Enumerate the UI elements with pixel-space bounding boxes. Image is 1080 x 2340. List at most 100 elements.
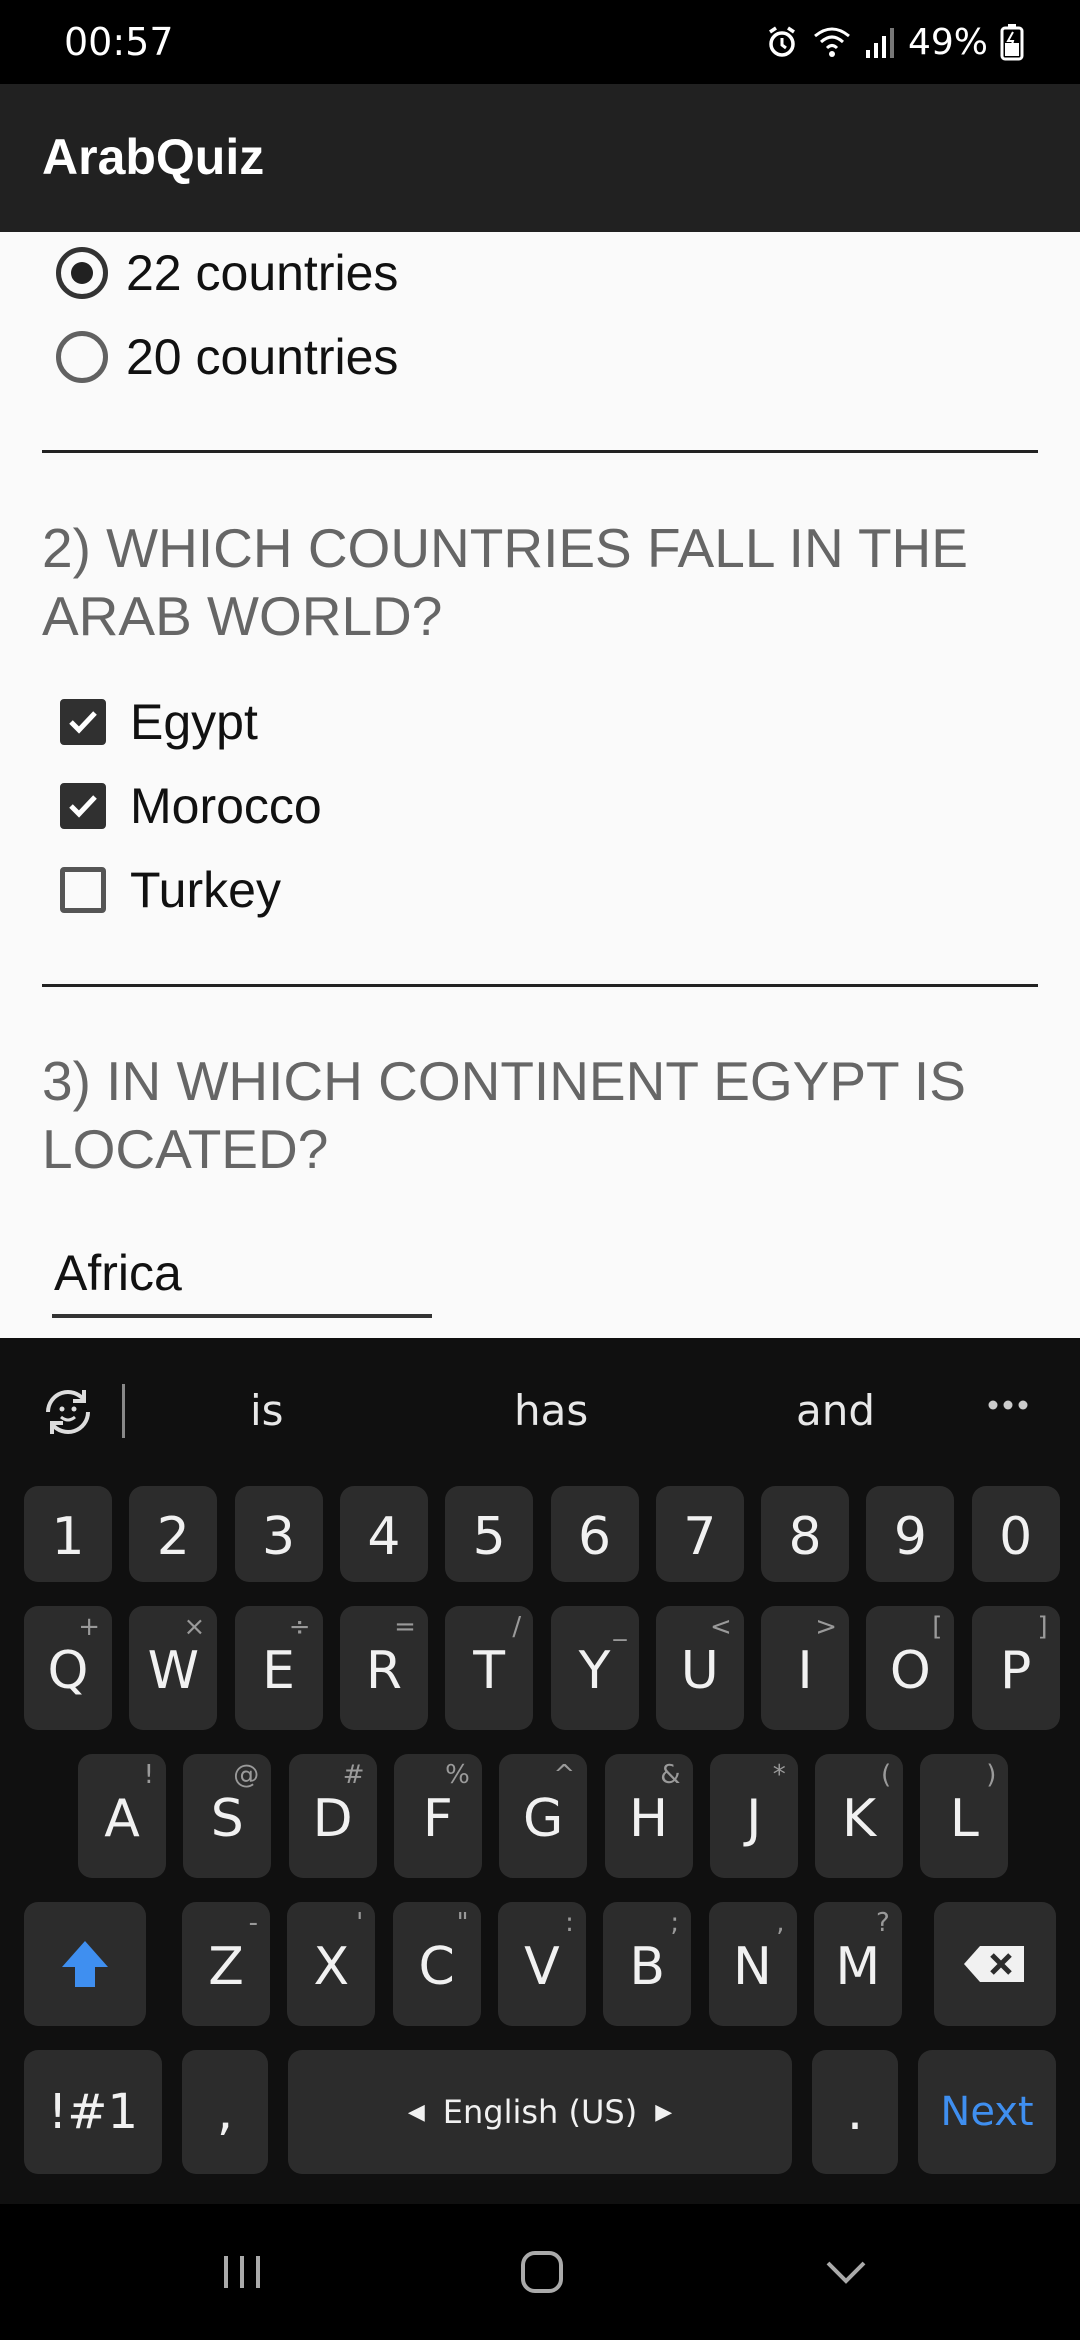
q2-option-egypt[interactable]: Egypt	[56, 687, 258, 757]
app-title: ArabQuiz	[42, 129, 265, 185]
suggestion-word[interactable]: has	[514, 1386, 588, 1435]
comma-key-label: ,	[216, 2082, 234, 2142]
key-secondary-label: [	[932, 1612, 943, 1642]
key-label: G	[523, 1789, 564, 1849]
key-a[interactable]: ! A	[78, 1754, 166, 1878]
key-y[interactable]: _ Y	[550, 1606, 639, 1730]
key-v[interactable]: :V	[497, 1902, 586, 2026]
checkbox-checked[interactable]	[60, 783, 106, 829]
quiz-content[interactable]: 22 countries 20 countries 2) WHICH COUNT…	[0, 232, 1080, 1338]
key-secondary-label: &	[660, 1760, 681, 1790]
key-label: 5	[472, 1507, 506, 1567]
hide-keyboard-button[interactable]	[814, 2240, 878, 2304]
key-g[interactable]: ^ G	[499, 1754, 588, 1878]
key-secondary-label: "	[456, 1908, 469, 1938]
key-p[interactable]: ] P	[971, 1606, 1060, 1730]
answer-text-field[interactable]: Africa	[52, 1236, 432, 1318]
key-x[interactable]: ' X	[287, 1902, 376, 2026]
key-f[interactable]: % F	[393, 1754, 482, 1878]
q2-option-morocco[interactable]: Morocco	[56, 771, 322, 841]
key-label: D	[312, 1789, 353, 1849]
key-label: C	[418, 1937, 455, 1997]
status-bar: 00:57 49%	[0, 0, 1080, 84]
key-5[interactable]: 5	[445, 1486, 534, 1582]
period-key[interactable]: .	[812, 2050, 898, 2174]
key-c[interactable]: " C	[392, 1902, 481, 2026]
key-j[interactable]: * J	[709, 1754, 798, 1878]
key-q[interactable]: + Q	[24, 1606, 112, 1730]
key-d[interactable]: # D	[288, 1754, 377, 1878]
suggestion-bar: is has and	[0, 1338, 1080, 1488]
key-h[interactable]: & H	[604, 1754, 693, 1878]
key-label: 8	[788, 1507, 822, 1567]
backspace-key[interactable]	[934, 1902, 1056, 2026]
key-label: F	[422, 1789, 453, 1849]
q2-option-turkey[interactable]: Turkey	[56, 855, 281, 925]
divider	[42, 450, 1038, 453]
key-k[interactable]: (K	[815, 1754, 904, 1878]
key-label: N	[733, 1937, 772, 1997]
key-9[interactable]: 9	[866, 1486, 955, 1582]
home-button[interactable]	[510, 2240, 574, 2304]
space-key[interactable]: ◀ English (US) ▶	[288, 2050, 792, 2174]
key-label: 2	[156, 1507, 190, 1567]
key-n[interactable]: ,N	[708, 1902, 797, 2026]
key-0[interactable]: 0	[971, 1486, 1060, 1582]
checkbox[interactable]	[60, 867, 106, 913]
key-secondary-label: *	[772, 1760, 786, 1790]
key-2[interactable]: 2	[129, 1486, 218, 1582]
status-time: 00:57	[64, 20, 174, 64]
checkbox-checked[interactable]	[60, 699, 106, 745]
key-6[interactable]: 6	[550, 1486, 639, 1582]
key-label: P	[1000, 1641, 1032, 1701]
key-r[interactable]: = R	[339, 1606, 428, 1730]
radio-button-selected[interactable]	[56, 247, 108, 299]
check-icon	[69, 795, 97, 818]
key-label: Q	[47, 1641, 89, 1701]
alarm-icon	[764, 24, 800, 60]
key-secondary-label: /	[512, 1612, 522, 1642]
radio-button[interactable]	[56, 331, 108, 383]
key-e[interactable]: ÷ E	[234, 1606, 323, 1730]
key-i[interactable]: > I	[761, 1606, 850, 1730]
key-label: H	[628, 1789, 669, 1849]
suggestion-word[interactable]: is	[250, 1386, 284, 1435]
key-label: L	[949, 1789, 979, 1849]
shift-arrow-icon	[62, 1941, 108, 1987]
shift-key[interactable]	[24, 1902, 146, 2026]
key-u[interactable]: < U	[655, 1606, 744, 1730]
next-key[interactable]: Next	[918, 2050, 1056, 2174]
key-secondary-label: #	[342, 1760, 365, 1790]
key-3[interactable]: 3	[234, 1486, 323, 1582]
recent-apps-button[interactable]	[210, 2240, 274, 2304]
key-secondary-label: _	[613, 1612, 627, 1642]
key-7[interactable]: 7	[655, 1486, 744, 1582]
backspace-icon	[964, 1946, 1024, 1982]
key-s[interactable]: @ S	[183, 1754, 272, 1878]
caret-right-icon: ▶	[655, 2099, 673, 2125]
q1-option-20-countries[interactable]: 20 countries	[56, 322, 398, 392]
key-8[interactable]: 8	[761, 1486, 850, 1582]
suggestion-word[interactable]: and	[796, 1386, 875, 1435]
key-secondary-label: :	[565, 1908, 574, 1938]
key-secondary-label: '	[356, 1908, 364, 1938]
key-secondary-label: ^	[553, 1760, 576, 1790]
q2-option-label: Morocco	[130, 778, 322, 834]
key-z[interactable]: -Z	[182, 1902, 270, 2026]
key-secondary-label: >	[815, 1612, 838, 1642]
key-m[interactable]: ? M	[813, 1902, 902, 2026]
key-secondary-label: ,	[776, 1908, 785, 1938]
refresh-emoji-icon[interactable]	[38, 1382, 98, 1447]
key-1[interactable]: 1	[24, 1486, 112, 1582]
key-b[interactable]: ; B	[603, 1902, 692, 2026]
key-4[interactable]: 4	[339, 1486, 428, 1582]
key-t[interactable]: / T	[445, 1606, 534, 1730]
comma-key[interactable]: ,	[182, 2050, 268, 2174]
more-options-icon[interactable]	[986, 1398, 1030, 1417]
key-w[interactable]: × W	[129, 1606, 218, 1730]
q1-option-22-countries[interactable]: 22 countries	[56, 238, 398, 308]
key-o[interactable]: [O	[866, 1606, 955, 1730]
key-l[interactable]: ) L	[920, 1754, 1009, 1878]
symbols-key[interactable]: !#1	[24, 2050, 162, 2174]
symbols-key-label: !#1	[48, 2084, 138, 2140]
